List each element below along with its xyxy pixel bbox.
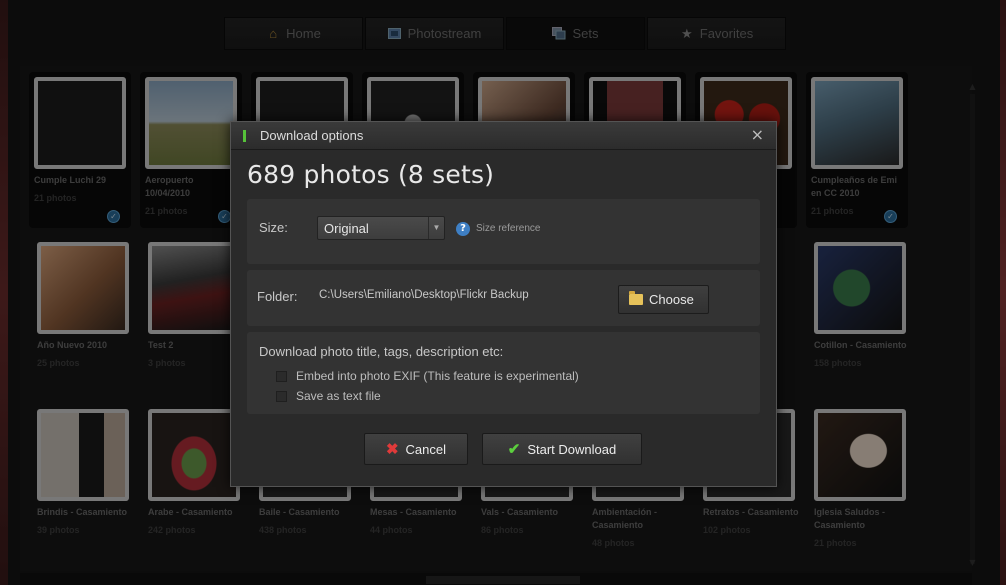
- dialog-flag-icon: [243, 129, 246, 142]
- metadata-panel: Download photo title, tags, description …: [247, 332, 760, 414]
- cancel-button[interactable]: ✖ Cancel: [364, 433, 468, 465]
- choose-folder-button[interactable]: Choose: [618, 285, 709, 314]
- metadata-title: Download photo title, tags, description …: [259, 344, 504, 359]
- folder-path: C:\Users\Emiliano\Desktop\Flickr Backup: [319, 289, 529, 301]
- folder-icon: [629, 291, 643, 305]
- exif-option-label: Embed into photo EXIF (This feature is e…: [296, 369, 579, 383]
- size-select-value: Original: [324, 221, 369, 236]
- size-label: Size:: [259, 220, 288, 235]
- exif-checkbox[interactable]: [276, 370, 287, 382]
- text-file-option[interactable]: Save as text file: [276, 389, 381, 403]
- download-summary: 689 photos (8 sets): [247, 160, 495, 189]
- help-icon[interactable]: ?: [456, 222, 470, 236]
- dialog-title: Download options: [260, 128, 364, 143]
- folder-label: Folder:: [257, 289, 298, 304]
- download-options-dialog: Download options × 689 photos (8 sets) S…: [230, 121, 777, 487]
- dialog-header: Download options ×: [231, 122, 776, 150]
- close-icon[interactable]: ×: [751, 127, 764, 143]
- size-panel: Size: Original ▼ ? Size reference: [247, 199, 760, 264]
- choose-button-label: Choose: [649, 292, 694, 307]
- cancel-icon: ✖: [385, 441, 399, 458]
- exif-option[interactable]: Embed into photo EXIF (This feature is e…: [276, 369, 579, 383]
- folder-panel: Folder: C:\Users\Emiliano\Desktop\Flickr…: [247, 270, 760, 326]
- start-download-label: Start Download: [527, 441, 617, 457]
- checkmark-icon: ✔: [507, 441, 521, 458]
- text-file-checkbox[interactable]: [276, 390, 287, 402]
- text-file-option-label: Save as text file: [296, 389, 381, 403]
- chevron-down-icon[interactable]: ▼: [428, 217, 444, 239]
- start-download-button[interactable]: ✔ Start Download: [482, 433, 642, 465]
- cancel-button-label: Cancel: [405, 441, 447, 457]
- size-reference-link[interactable]: Size reference: [476, 223, 540, 234]
- size-select[interactable]: Original ▼: [317, 216, 445, 240]
